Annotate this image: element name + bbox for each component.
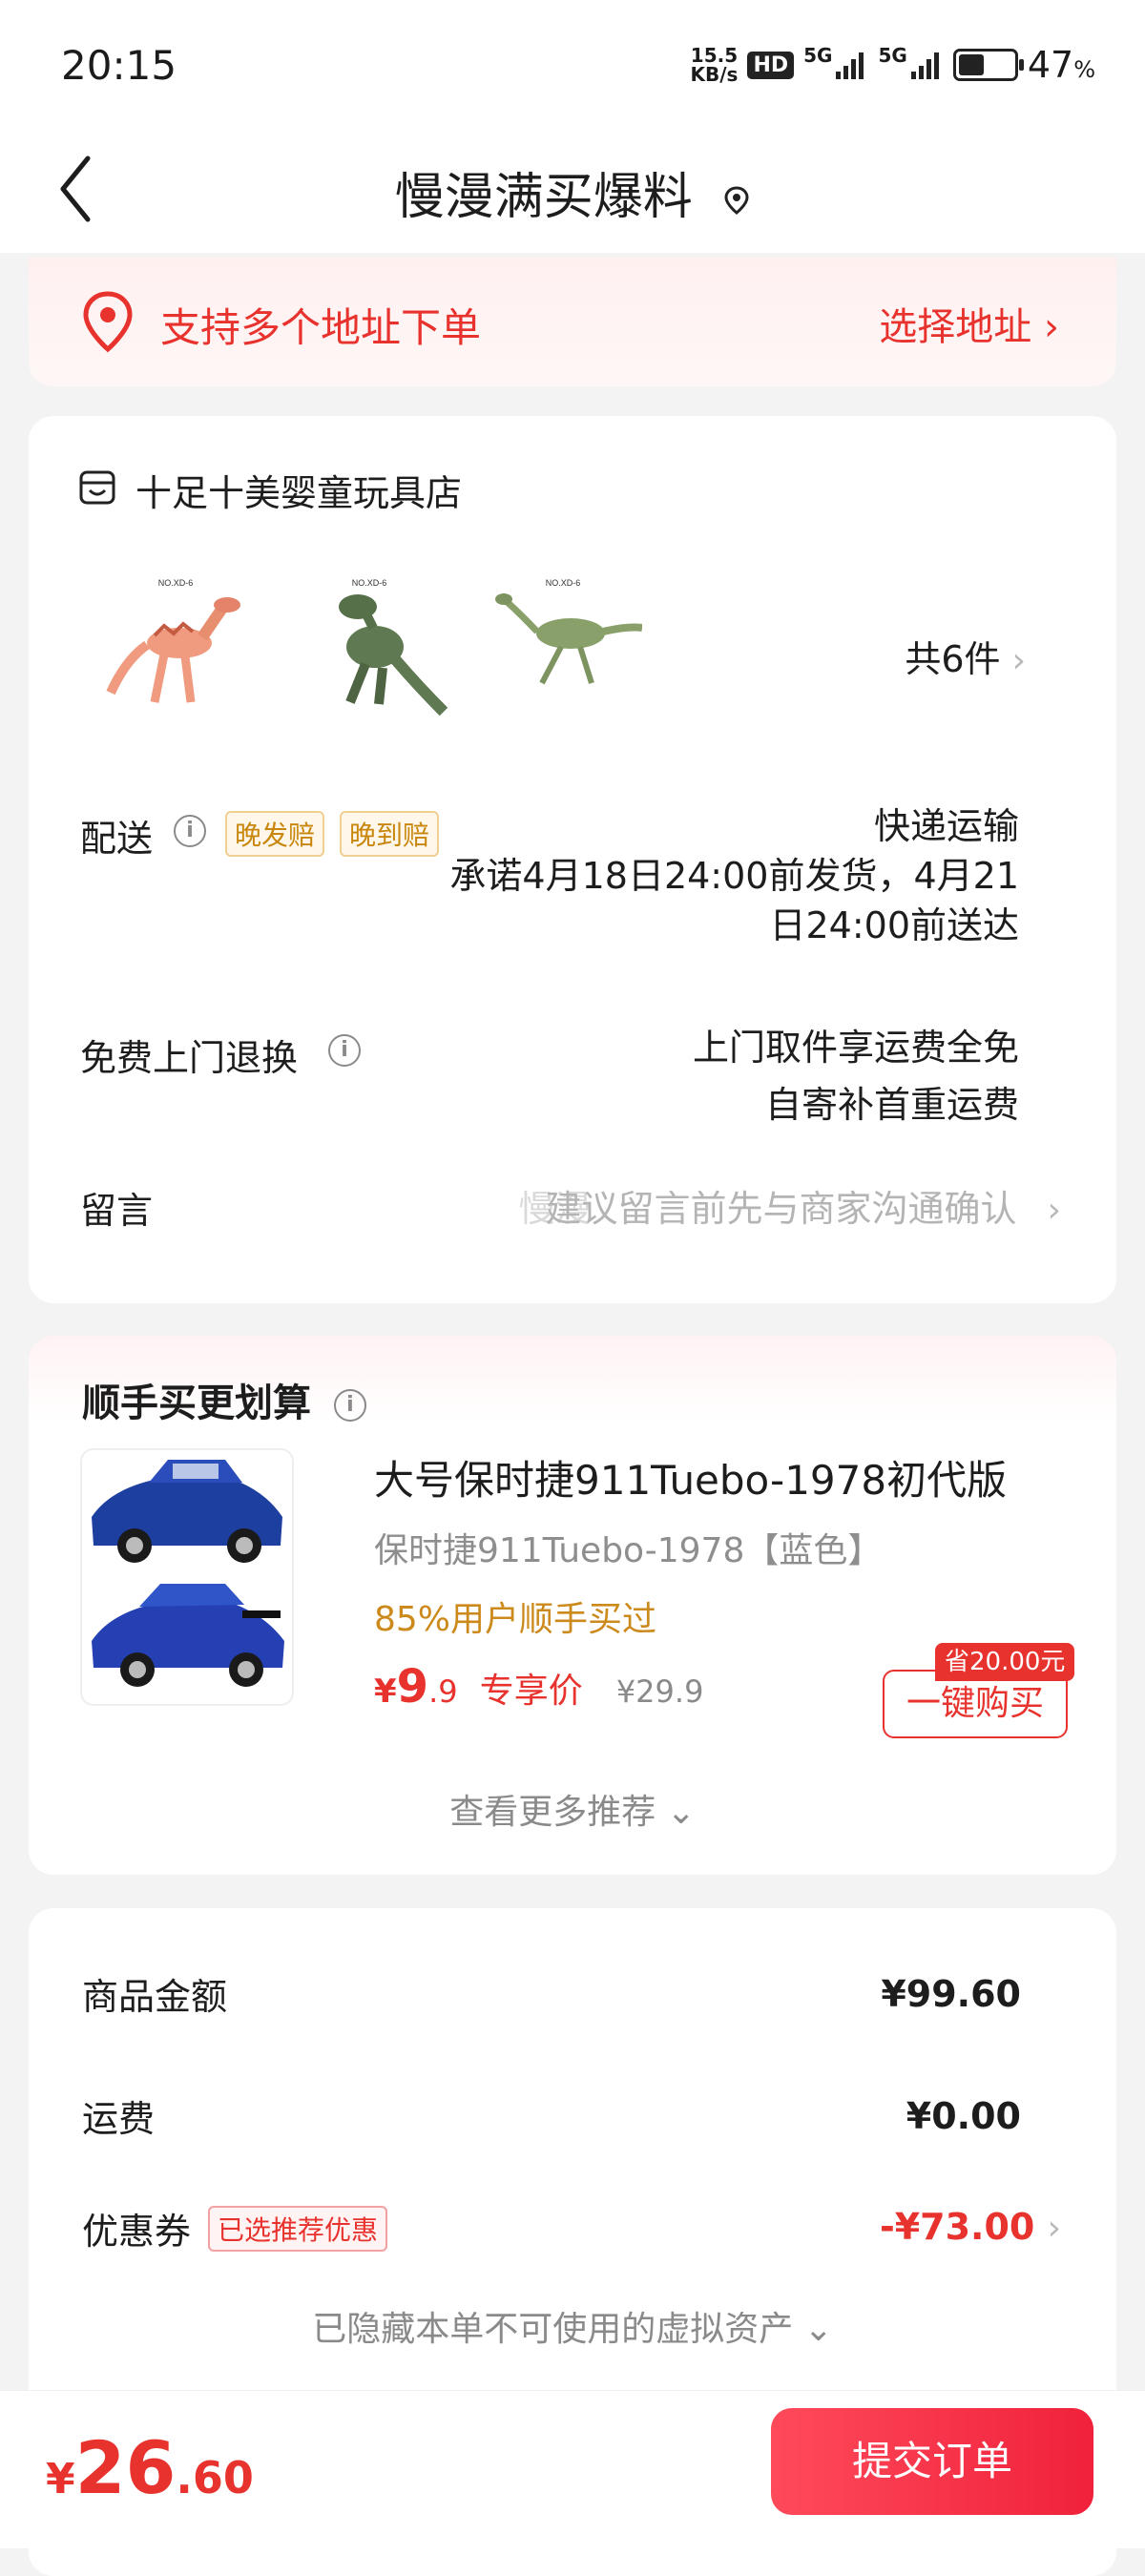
delivery-label: 配送 xyxy=(80,818,154,860)
chevron-right-icon: › xyxy=(1011,641,1026,680)
bottom-bar: ¥26.60 提交订单 xyxy=(0,2390,1145,2548)
save-badge: 省20.00元 xyxy=(935,1643,1075,1681)
shipping-label: 运费 xyxy=(82,2098,156,2140)
svg-text:NO.XD-6: NO.XD-6 xyxy=(546,578,581,588)
recommend-info-icon[interactable]: i xyxy=(333,1389,366,1422)
coupon-tag: 已选推荐优惠 xyxy=(208,2206,388,2252)
location-small-icon xyxy=(724,186,749,215)
5g-label-2: 5G xyxy=(878,44,907,67)
signal-icon-2 xyxy=(910,52,939,79)
chevron-right-icon: › xyxy=(1047,1191,1061,1230)
shipping-value: ¥0.00 xyxy=(906,2095,1021,2137)
svg-text:NO.XD-6: NO.XD-6 xyxy=(158,578,194,588)
late-arrival-tag: 晚到赔 xyxy=(340,811,440,857)
network-speed: 15.5 KB/s xyxy=(690,44,739,86)
info-icon[interactable]: i xyxy=(174,815,206,847)
chevron-right-icon: › xyxy=(1047,2209,1061,2248)
5g-label: 5G xyxy=(803,44,833,67)
product-thumb-3[interactable]: NO.XD-6 xyxy=(485,569,642,726)
recommend-percent: 85%用户顺手买过 xyxy=(374,1600,657,1639)
hd-icon: HD xyxy=(747,51,795,79)
store-name[interactable]: 十足十美婴童玩具店 xyxy=(135,464,462,516)
coupon-value[interactable]: -¥73.00 › xyxy=(880,2206,1061,2248)
returns-label: 免费上门退换 xyxy=(80,1037,299,1079)
recommend-product-name[interactable]: 大号保时捷911Tuebo-1978初代版 xyxy=(374,1448,1007,1506)
product-thumb-2[interactable]: NO.XD-6 xyxy=(291,569,448,726)
battery-percent: 47% xyxy=(1027,44,1095,86)
returns-info: 上门取件享运费全免 自寄补首重运费 xyxy=(692,1027,1019,1126)
late-ship-tag: 晚发赔 xyxy=(225,811,325,857)
location-pin-icon xyxy=(83,291,133,353)
total-price: ¥26.60 xyxy=(46,2425,254,2510)
battery-level xyxy=(958,54,984,75)
delivery-tags: 晚发赔 晚到赔 xyxy=(225,811,440,857)
nav-bar: 慢漫满买爆料 xyxy=(0,134,1145,253)
message-label: 留言 xyxy=(80,1190,154,1232)
see-more-recommend[interactable]: 查看更多推荐 ⌄ xyxy=(29,1784,1116,1834)
product-thumb-1[interactable]: NO.XD-6 xyxy=(97,569,255,726)
svg-text:NO.XD-6: NO.XD-6 xyxy=(352,578,387,588)
goods-amount-label: 商品金额 xyxy=(82,1976,228,2018)
returns-info-icon[interactable]: i xyxy=(328,1034,361,1067)
page-title: 慢漫满买爆料 xyxy=(0,156,1145,228)
message-input[interactable]: 慢漫 建议留言前先与商家沟通确认 › xyxy=(518,1179,1061,1232)
signal-icon xyxy=(836,52,864,79)
exclusive-price-label: 专享价 xyxy=(479,1672,583,1711)
battery-icon xyxy=(952,49,1024,81)
recommend-card: 顺手买更划算 i 大号保时捷911Tuebo-1978初代版 保时捷911Tue… xyxy=(29,1336,1116,1875)
recommend-title: 顺手买更划算 i xyxy=(82,1372,366,1427)
original-price: ¥29.9 xyxy=(615,1673,704,1710)
coupon-label: 优惠券 xyxy=(82,2211,192,2253)
hidden-assets-toggle[interactable]: 已隐藏本单不可使用的虚拟资产 ⌄ xyxy=(29,2301,1116,2351)
address-card[interactable]: 支持多个地址下单 选择地址 › xyxy=(29,258,1116,386)
status-bar: 20:15 15.5 KB/s HD 5G 5G 47% xyxy=(0,0,1145,134)
multi-address-text: 支持多个地址下单 xyxy=(160,304,482,351)
recommend-variant: 保时捷911Tuebo-1978【蓝色】 xyxy=(374,1531,883,1570)
item-count[interactable]: 共6件 › xyxy=(905,630,1026,682)
clock: 20:15 xyxy=(61,42,177,89)
status-icons: 15.5 KB/s HD 5G 5G 47% xyxy=(691,44,1096,86)
store-card: 十足十美婴童玩具店 NO.XD-6 NO.XD-6 NO.XD-6 共6件 › … xyxy=(29,416,1116,1303)
submit-order-button[interactable]: 提交订单 xyxy=(771,2408,1093,2515)
delivery-info: 快递运输 承诺4月18日24:00前发货，4月21 日24:00前送达 xyxy=(449,805,1019,946)
recommend-product-image[interactable] xyxy=(80,1448,294,1706)
store-icon xyxy=(79,470,115,505)
recommend-price: ¥9.9 专享价 ¥29.9 xyxy=(374,1660,704,1714)
goods-amount-value: ¥99.60 xyxy=(881,1973,1021,2015)
select-address-link[interactable]: 选择地址 › xyxy=(879,296,1059,351)
